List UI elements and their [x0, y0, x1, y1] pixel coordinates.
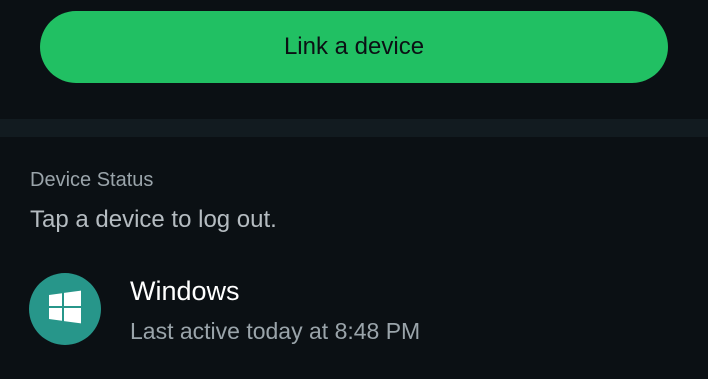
device-status-title: Device Status	[30, 169, 154, 191]
device-avatar	[29, 273, 101, 345]
link-device-button[interactable]: Link a device	[40, 11, 668, 83]
linked-devices-screen: Link a device Device Status Tap a device…	[0, 0, 708, 379]
device-last-active: Last active today at 8:48 PM	[130, 318, 421, 344]
windows-icon	[48, 290, 82, 329]
device-status-subtitle: Tap a device to log out.	[30, 206, 277, 233]
device-name: Windows	[130, 276, 240, 306]
section-divider	[0, 119, 708, 137]
device-list-item[interactable]: Windows Last active today at 8:48 PM	[0, 258, 708, 362]
